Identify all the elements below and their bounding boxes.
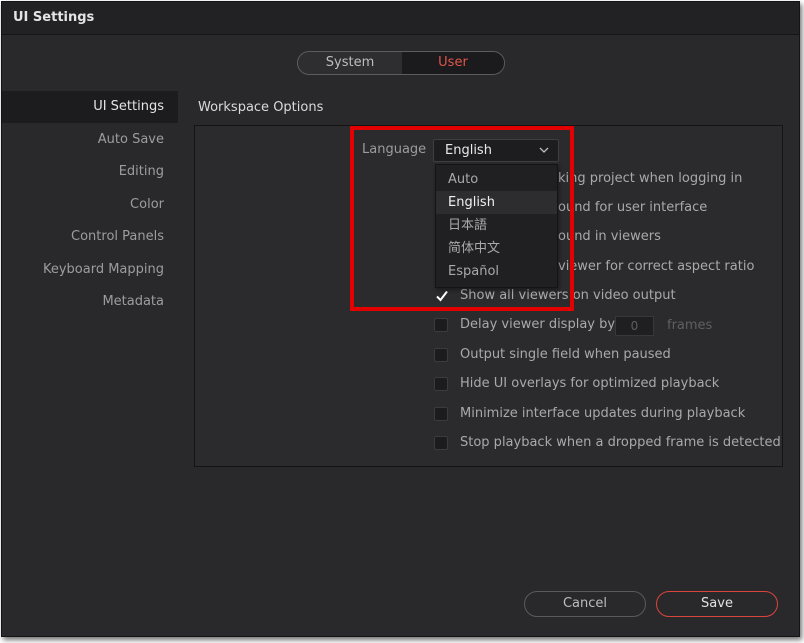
frames-unit-label: frames (667, 318, 713, 333)
option-label-hide-ui-overlays: Hide UI overlays for optimized playback (460, 376, 720, 391)
hide-ui-overlays-checkbox[interactable] (434, 377, 448, 391)
sidebar-item-control-panels[interactable]: Control Panels (2, 221, 178, 253)
annotation-highlight-box (350, 126, 574, 311)
option-label-autoload: king project when logging in (558, 171, 743, 186)
delay-frames-input[interactable]: 0 (615, 316, 654, 336)
sidebar-item-ui-settings[interactable]: UI Settings (2, 91, 178, 123)
stop-playback-checkbox[interactable] (434, 436, 448, 450)
cancel-button[interactable]: Cancel (524, 591, 646, 617)
option-label-stop-playback: Stop playback when a dropped frame is de… (460, 435, 781, 450)
system-user-toggle: System User (297, 51, 505, 75)
section-title: Workspace Options (198, 100, 324, 115)
sidebar-item-color[interactable]: Color (2, 189, 178, 221)
option-label-ui-sound: ound for user interface (558, 200, 708, 215)
option-label-output-single-field: Output single field when paused (460, 347, 671, 362)
output-single-field-checkbox[interactable] (434, 348, 448, 362)
sidebar-item-keyboard-mapping[interactable]: Keyboard Mapping (2, 254, 178, 286)
save-button[interactable]: Save (656, 591, 778, 617)
sidebar-item-auto-save[interactable]: Auto Save (2, 124, 178, 156)
delay-viewer-checkbox[interactable] (434, 318, 448, 332)
ui-settings-window: UI Settings System User UI Settings Auto… (1, 1, 800, 637)
window-title: UI Settings (13, 10, 95, 25)
option-label-delay-viewer: Delay viewer display by (460, 317, 616, 332)
option-label-minimize-updates: Minimize interface updates during playba… (460, 406, 746, 421)
option-label-aspect-ratio: viewer for correct aspect ratio (558, 259, 755, 274)
title-bar: UI Settings (2, 2, 799, 35)
sidebar-item-editing[interactable]: Editing (2, 156, 178, 188)
tab-user[interactable]: User (402, 52, 504, 74)
sidebar-item-metadata[interactable]: Metadata (2, 286, 178, 318)
tab-system[interactable]: System (298, 52, 402, 74)
minimize-updates-checkbox[interactable] (434, 407, 448, 421)
